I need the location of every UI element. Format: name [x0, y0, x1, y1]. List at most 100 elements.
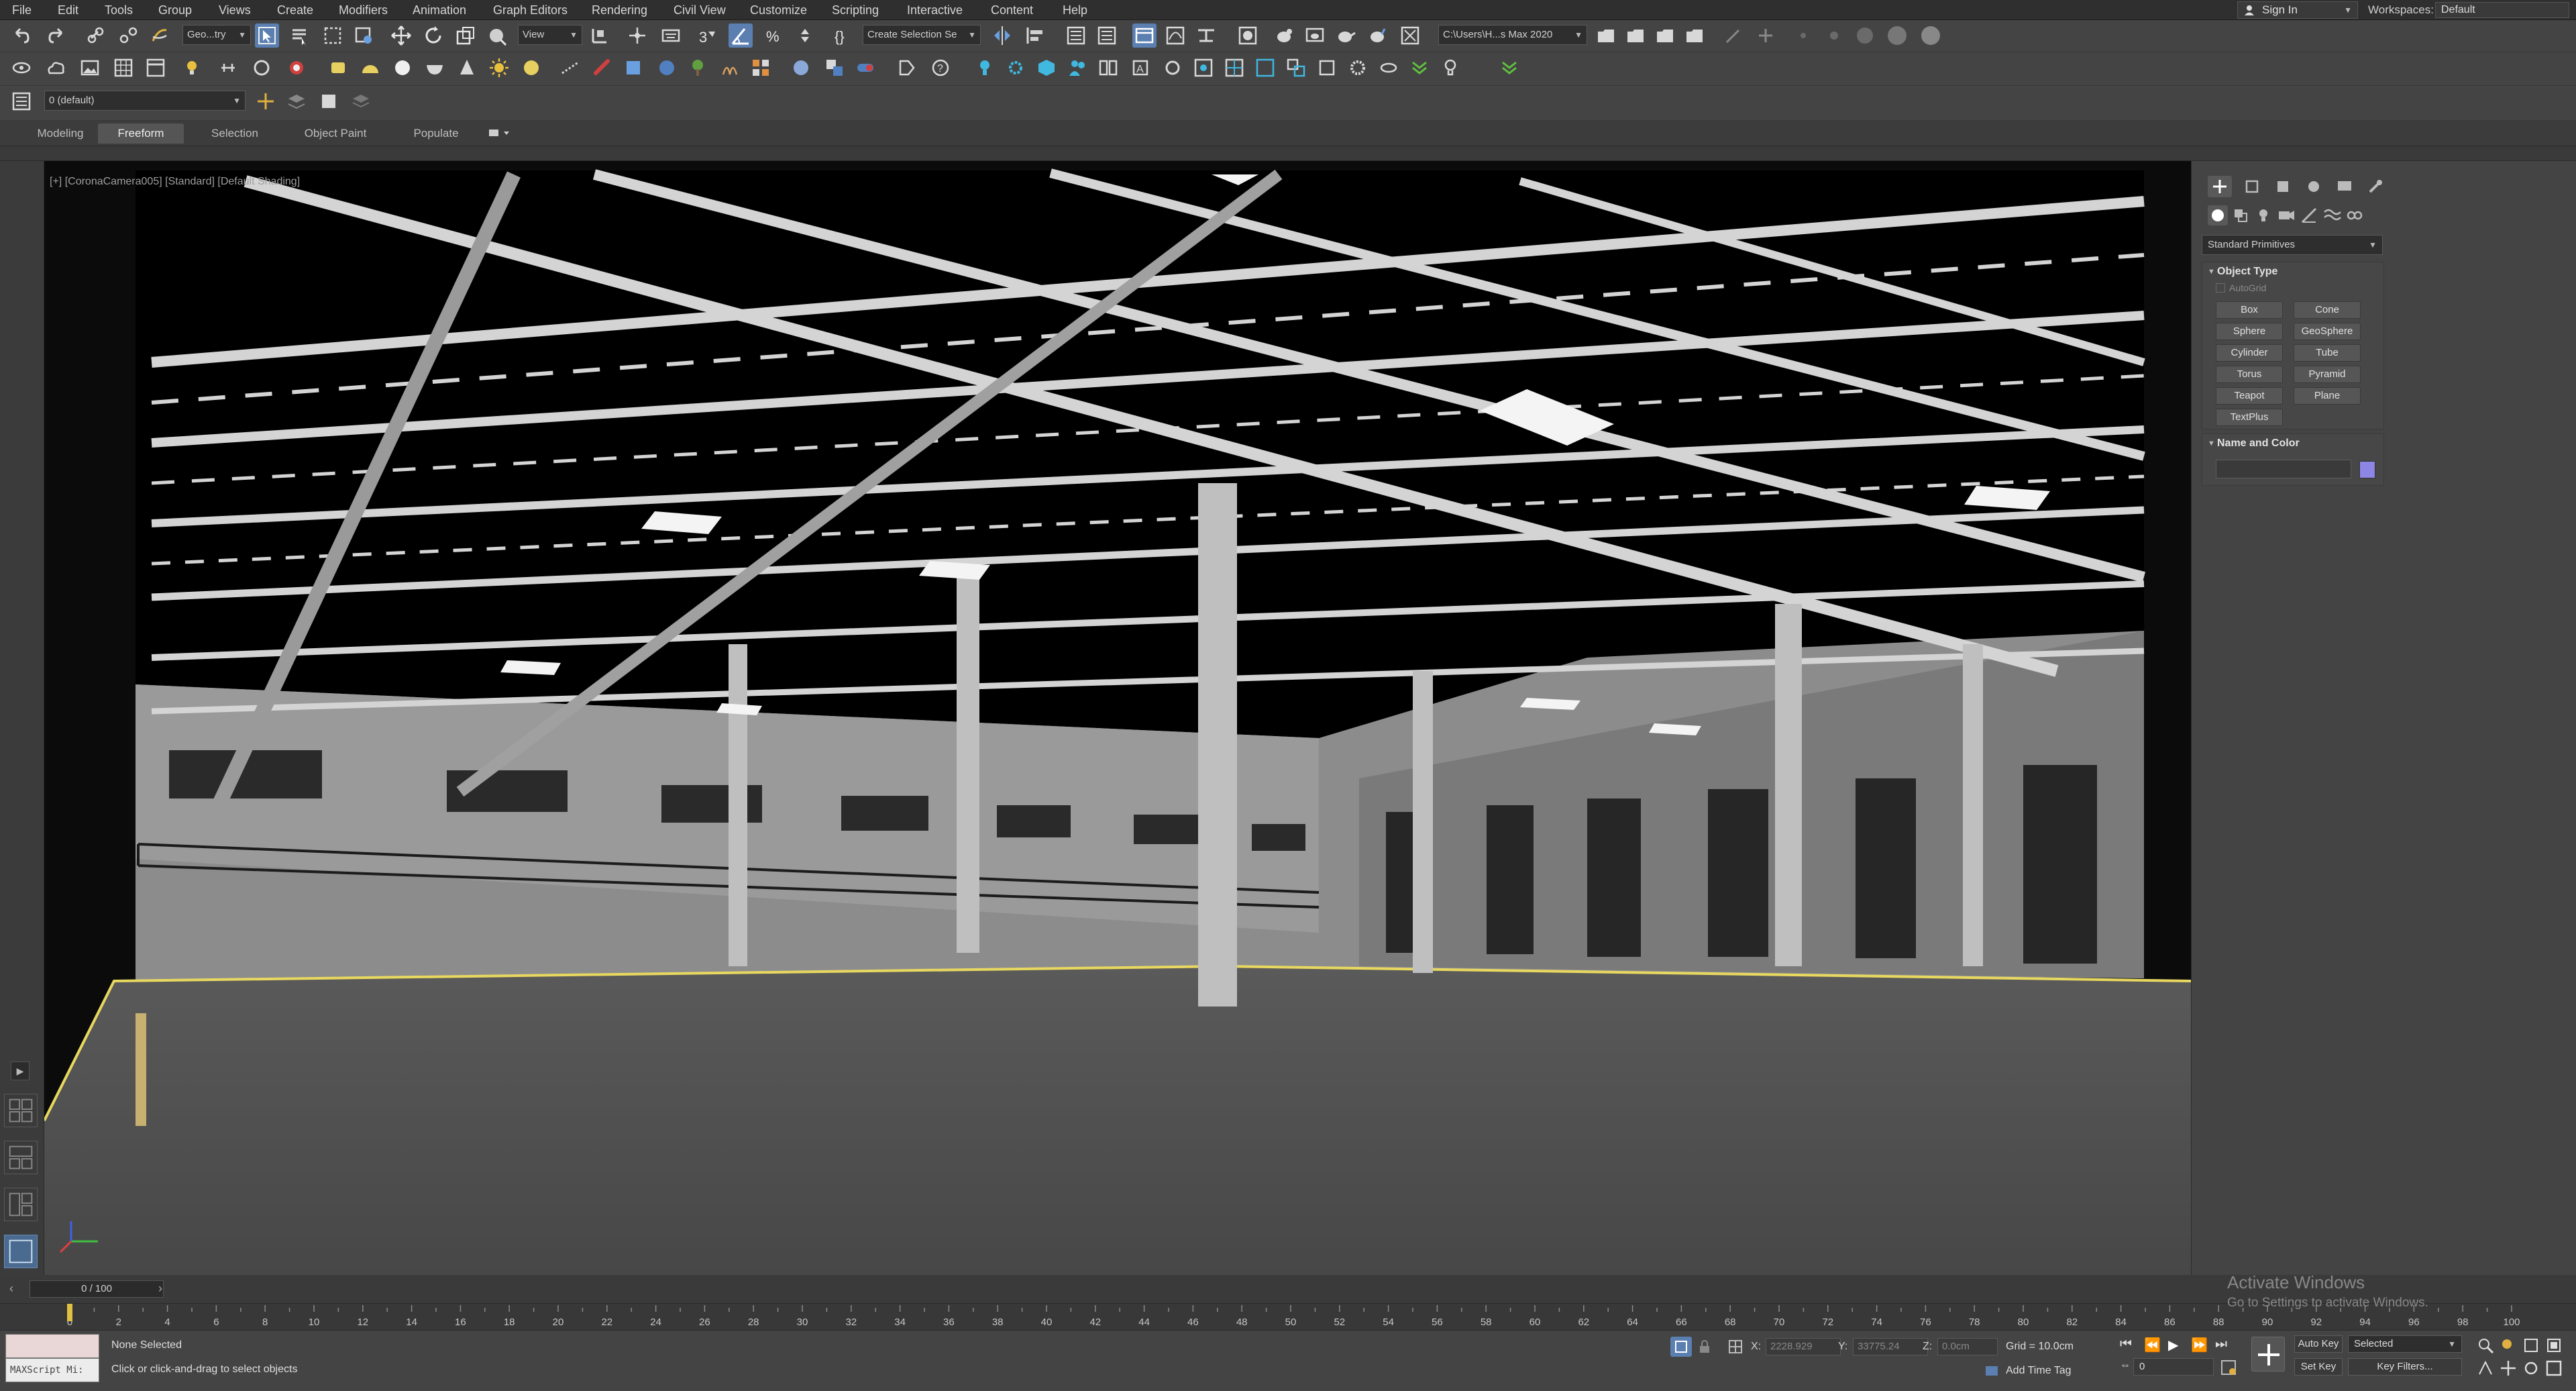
tool-person-button[interactable]: [1065, 56, 1089, 80]
tool-rect-button[interactable]: [326, 56, 350, 80]
object-name-field[interactable]: [2216, 460, 2351, 478]
menu-help[interactable]: Help: [1063, 0, 1087, 20]
tool-book-button[interactable]: [1096, 56, 1120, 80]
viewport-camera-label[interactable]: [CoronaCamera005]: [65, 176, 162, 187]
project-refresh-button[interactable]: [1653, 23, 1677, 48]
project-new-button[interactable]: [1623, 23, 1648, 48]
textplus-button[interactable]: TextPlus: [2216, 409, 2283, 426]
current-frame-field[interactable]: 0: [2133, 1358, 2214, 1376]
tool-cone-light-button[interactable]: [455, 56, 479, 80]
tube-button[interactable]: Tube: [2294, 344, 2361, 362]
x-coord-field[interactable]: 2228.929: [1766, 1338, 1841, 1355]
window-crossing-button[interactable]: [352, 23, 376, 48]
layer-explorer-button[interactable]: [1095, 23, 1119, 48]
z-coord-field[interactable]: 0.0cm: [1937, 1338, 1998, 1355]
tool-image-button[interactable]: [78, 56, 102, 80]
tool-dome-button[interactable]: [358, 56, 382, 80]
geosphere-button[interactable]: GeoSphere: [2294, 323, 2361, 340]
place-button[interactable]: [486, 23, 510, 48]
rotate-button[interactable]: [421, 23, 445, 48]
tool-pill-button[interactable]: [590, 56, 614, 80]
maximize-viewport-icon[interactable]: [2544, 1358, 2564, 1378]
time-config-button[interactable]: [2219, 1358, 2239, 1377]
tool-crosshair-button[interactable]: [1222, 56, 1246, 80]
orbit-icon[interactable]: [2521, 1358, 2541, 1378]
primitive-category-dropdown[interactable]: Standard Primitives ▼: [2202, 235, 2383, 255]
sphere-button[interactable]: Sphere: [2216, 323, 2283, 340]
mirror-button[interactable]: [990, 23, 1014, 48]
curve-editor-button[interactable]: [1163, 23, 1187, 48]
cameras-category-tab[interactable]: [2276, 205, 2296, 225]
tool-gear2-button[interactable]: [1346, 56, 1370, 80]
zoom-all-icon[interactable]: [2498, 1335, 2518, 1355]
tool-lightbulb-button[interactable]: [181, 56, 205, 80]
viewport-scene[interactable]: [44, 161, 2191, 1275]
tool-sphere-button[interactable]: [390, 56, 415, 80]
layout-split-button[interactable]: [4, 1141, 38, 1174]
dot-large-1[interactable]: [1853, 23, 1877, 48]
ribbon-tab-populate[interactable]: Populate: [396, 123, 476, 144]
scale-button[interactable]: [453, 23, 478, 48]
dot-large-2[interactable]: [1885, 23, 1909, 48]
tool-chevrons2-button[interactable]: [1497, 56, 1521, 80]
set-key-button[interactable]: Set Key: [2294, 1358, 2343, 1376]
menu-views[interactable]: Views: [219, 0, 251, 20]
play-icon[interactable]: ▶: [2168, 1337, 2178, 1353]
key-mode-icon[interactable]: ⇔: [2120, 1359, 2132, 1374]
tool-cube-button[interactable]: [1034, 56, 1059, 80]
go-to-end-icon[interactable]: ⏭: [2215, 1337, 2227, 1352]
rectangular-selection-button[interactable]: [321, 23, 345, 48]
menu-customize[interactable]: Customize: [750, 0, 807, 20]
display-panel-tab[interactable]: [2332, 176, 2357, 197]
helpers-category-tab[interactable]: [2299, 205, 2319, 225]
layout-three-button[interactable]: [4, 1188, 38, 1221]
name-color-header[interactable]: ▼ Name and Color: [2202, 434, 2383, 453]
tool-box2-button[interactable]: [1315, 56, 1339, 80]
tool-text-button[interactable]: A: [1128, 56, 1152, 80]
viewport-shading-label[interactable]: [Default Shading]: [217, 176, 300, 187]
menu-edit[interactable]: Edit: [58, 0, 78, 20]
y-coord-field[interactable]: 33775.24: [1853, 1338, 1928, 1355]
create-layer-button[interactable]: [254, 89, 278, 113]
tool-sphere-blue-button[interactable]: [655, 56, 679, 80]
menu-rendering[interactable]: Rendering: [592, 0, 647, 20]
redo-button[interactable]: [44, 23, 68, 48]
tool-bulb2-button[interactable]: [1438, 56, 1462, 80]
tool-chain-button[interactable]: [216, 56, 240, 80]
tool-scatter2-button[interactable]: [718, 56, 742, 80]
ribbon-tab-selection[interactable]: Selection: [195, 123, 275, 144]
snaps-toggle-button[interactable]: 3: [695, 23, 719, 48]
tool-sun-button[interactable]: [487, 56, 511, 80]
schematic-view-button[interactable]: [1194, 23, 1218, 48]
menu-animation[interactable]: Animation: [413, 0, 466, 20]
tool-proxy-button[interactable]: [621, 56, 645, 80]
motion-panel-tab[interactable]: [2302, 176, 2326, 197]
menu-civil-view[interactable]: Civil View: [674, 0, 726, 20]
project-open-button[interactable]: [1594, 23, 1618, 48]
tool-mesh-button[interactable]: [822, 56, 847, 80]
viewport-label[interactable]: [+] [CoronaCamera005] [Standard] [Defaul…: [50, 176, 300, 188]
tool-globe-button[interactable]: [519, 56, 543, 80]
percent-snap-button[interactable]: %: [762, 23, 786, 48]
lights-category-tab[interactable]: [2253, 205, 2273, 225]
move-button[interactable]: [389, 23, 413, 48]
render-production-button[interactable]: [1334, 23, 1358, 48]
layer-manager-button[interactable]: [9, 89, 34, 113]
spacewarps-category-tab[interactable]: [2322, 205, 2342, 225]
add-time-tag[interactable]: Add Time Tag: [2006, 1365, 2072, 1377]
ribbon-toggle-button[interactable]: [1132, 23, 1157, 48]
tool-table-button[interactable]: [144, 56, 168, 80]
geometry-category-tab[interactable]: [2208, 205, 2228, 225]
tool-frame-button[interactable]: [1191, 56, 1216, 80]
menu-tools[interactable]: Tools: [105, 0, 133, 20]
rendered-frame-window-button[interactable]: [1303, 23, 1327, 48]
ribbon-tab-modeling[interactable]: Modeling: [13, 123, 107, 144]
tool-window-button[interactable]: [1253, 56, 1277, 80]
tool-cloud-button[interactable]: [44, 56, 68, 80]
project-folder-dropdown[interactable]: C:\Users\H...s Max 2020 ▼: [1438, 25, 1587, 45]
ribbon-options-button[interactable]: [483, 123, 517, 144]
named-selection-dropdown[interactable]: Create Selection Se ▼: [863, 25, 981, 45]
camera-viewport[interactable]: [44, 161, 2191, 1275]
dot-large-3[interactable]: [1919, 23, 1943, 48]
tool-help-button[interactable]: ?: [928, 56, 953, 80]
